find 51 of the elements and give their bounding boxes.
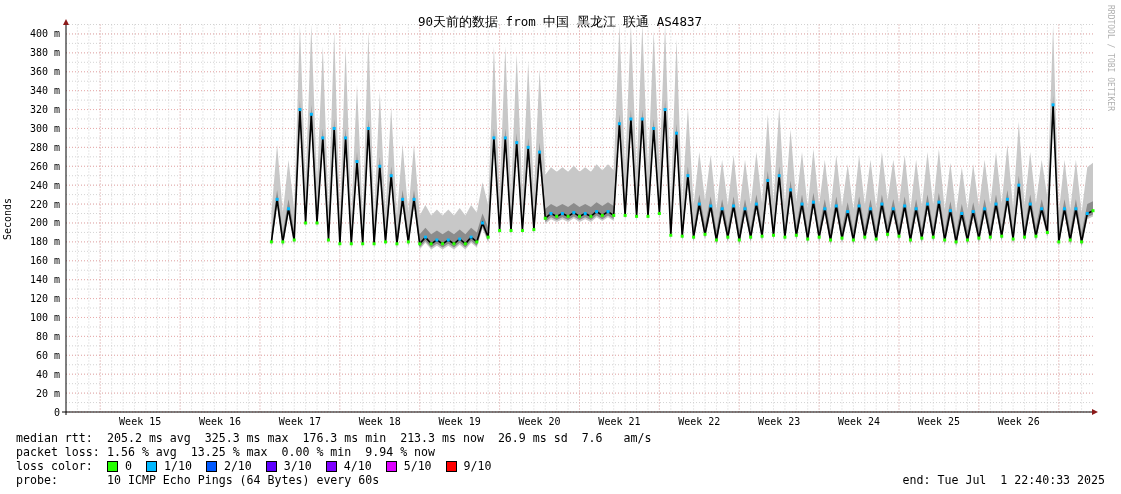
y-tick-label: 0 (53, 406, 60, 418)
loss-level-label: 4/10 (343, 459, 372, 473)
y-tick-label: 320 m (29, 104, 60, 116)
y-tick-label: 260 m (29, 160, 60, 172)
loss-level-label: 9/10 (463, 459, 492, 473)
credit-text: RRDTOOL / TOBI OETIKER (1106, 5, 1115, 111)
x-tick-label: Week 18 (358, 416, 401, 427)
legend-label: loss color: (16, 459, 94, 473)
end-time: end: Tue Jul 1 22:40:33 2025 (902, 473, 1105, 487)
legend-label: probe: (16, 473, 59, 487)
y-tick-label: 180 m (29, 236, 60, 248)
x-tick-label: Week 22 (678, 416, 721, 427)
y-tick-label: 220 m (29, 198, 60, 210)
x-tick-label: Week 26 (997, 416, 1040, 427)
x-tick-label: Week 17 (278, 416, 321, 427)
x-tick-label: Week 21 (598, 416, 641, 427)
y-tick-label: 380 m (29, 47, 60, 59)
x-tick-label: Week 24 (838, 416, 881, 427)
y-axis-label: Seconds (2, 197, 13, 241)
loss-level-label: 0 (125, 459, 132, 473)
y-tick-label: 40 m (35, 368, 60, 380)
y-tick-label: 80 m (35, 330, 60, 342)
y-tick-label: 360 m (29, 66, 60, 78)
loss-level-label: 3/10 (283, 459, 312, 473)
x-tick-label: Week 15 (119, 416, 162, 427)
loss-level-label: 5/10 (403, 459, 432, 473)
legend-label: median rtt: (16, 431, 94, 445)
packet-loss-stats: 1.56 % avg 13.25 % max 0.00 % min 9.94 % now (107, 445, 436, 459)
y-tick-label: 280 m (29, 141, 60, 153)
x-tick-label: Week 23 (758, 416, 801, 427)
y-tick-label: 240 m (29, 179, 60, 191)
y-tick-label: 140 m (29, 274, 60, 286)
x-tick-label: Week 20 (518, 416, 561, 427)
y-tick-label: 20 m (35, 387, 60, 399)
y-tick-label: 120 m (29, 293, 60, 305)
y-tick-label: 200 m (29, 217, 60, 229)
x-tick-label: Week 16 (198, 416, 242, 427)
y-tick-label: 340 m (29, 85, 60, 97)
loss-level-label: 1/10 (164, 459, 192, 473)
y-tick-label: 100 m (29, 312, 60, 323)
y-tick-label: 300 m (29, 122, 60, 134)
median-rtt-stats: 205.2 ms avg 325.3 ms max 176.3 ms min 213.3 ms now 26.9 ms sd 7.6 am/s (107, 431, 652, 445)
x-tick-label: Week 25 (917, 416, 961, 427)
probe-info: 10 ICMP Echo Pings (64 Bytes) every 60s (107, 473, 380, 487)
loss-level-label: 2/10 (223, 459, 252, 473)
legend-label: packet loss: (16, 445, 101, 459)
x-tick-label: Week 19 (438, 416, 481, 427)
chart-title: 90天前的数据 from 中国 黑龙江 联通 AS4837 (418, 14, 702, 29)
y-tick-label: 60 m (35, 349, 60, 361)
y-tick-label: 400 m (29, 28, 60, 40)
y-tick-label: 160 m (29, 255, 60, 267)
